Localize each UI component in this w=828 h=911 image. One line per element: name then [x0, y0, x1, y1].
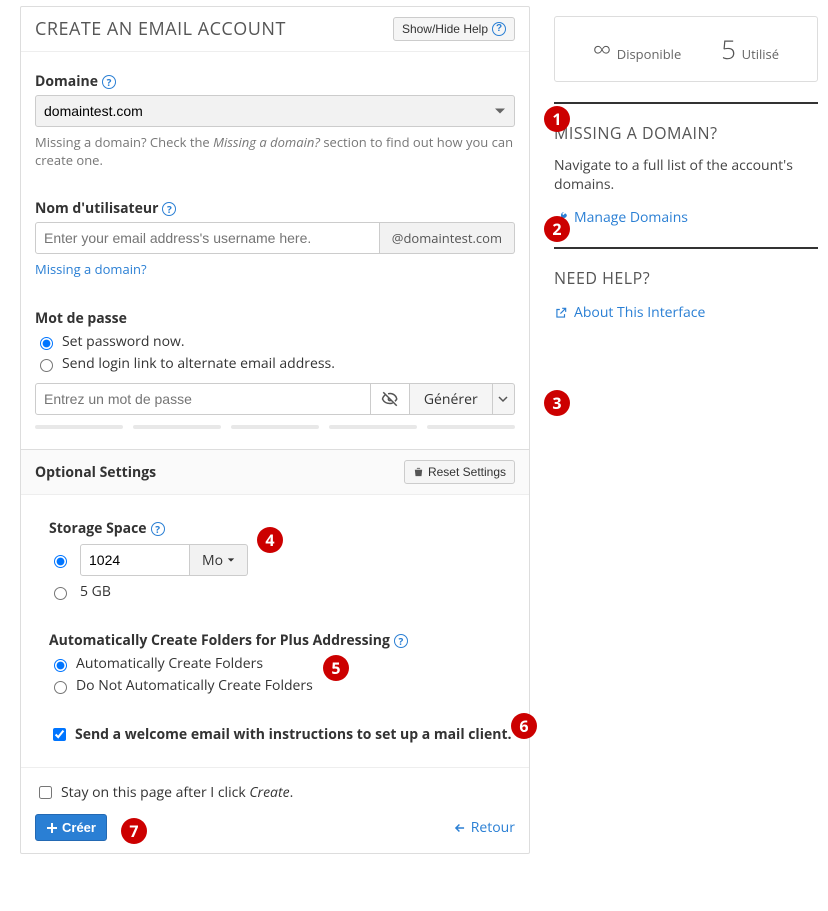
folders-auto-label: Automatically Create Folders	[76, 654, 263, 673]
folders-noauto-label: Do Not Automatically Create Folders	[76, 676, 313, 695]
external-link-icon	[554, 306, 568, 320]
trash-icon	[413, 466, 424, 478]
password-strength-meter	[35, 425, 515, 429]
generate-password-button[interactable]: Générer	[410, 383, 493, 415]
password-label: Mot de passe	[35, 309, 127, 328]
help-icon[interactable]: ?	[162, 202, 176, 216]
help-icon[interactable]: ?	[102, 75, 116, 89]
stay-on-page-checkbox[interactable]	[39, 786, 52, 799]
username-input[interactable]	[35, 222, 380, 254]
toggle-help-button[interactable]: Show/Hide Help ?	[393, 17, 515, 41]
optional-settings-title: Optional Settings	[35, 463, 156, 482]
about-interface-link[interactable]: About This Interface	[554, 303, 818, 322]
welcome-email-label: Send a welcome email with instructions t…	[75, 725, 512, 744]
password-input[interactable]	[35, 383, 371, 415]
missing-domain-text: Navigate to a full list of the account's…	[554, 156, 818, 194]
help-icon[interactable]: ?	[151, 522, 165, 536]
password-link-label: Send login link to alternate email addre…	[62, 354, 335, 373]
password-link-radio[interactable]	[40, 359, 53, 372]
generate-password-options[interactable]	[493, 383, 515, 415]
page-title: Create an Email Account	[35, 17, 286, 41]
arrow-left-icon	[453, 821, 467, 835]
caret-down-icon	[227, 556, 235, 564]
available-label: Disponible	[617, 45, 681, 63]
reset-settings-button[interactable]: Reset Settings	[404, 460, 515, 484]
used-value: 5	[721, 31, 736, 67]
create-button[interactable]: Créer	[35, 814, 107, 841]
storage-label: Storage Space	[49, 519, 147, 538]
manage-domains-link[interactable]: Manage Domains	[554, 208, 818, 227]
folders-noauto-radio[interactable]	[54, 681, 67, 694]
username-addon: @domaintest.com	[380, 222, 515, 254]
storage-custom-radio[interactable]	[54, 555, 67, 568]
stay-on-page-label: Stay on this page after I click Create.	[61, 783, 293, 802]
domain-hint: Missing a domain? Check the Missing a do…	[35, 133, 515, 169]
used-label: Utilisé	[742, 45, 779, 63]
domain-label: Domaine	[35, 72, 98, 91]
annotation-marker: 3	[544, 390, 570, 416]
plus-icon	[46, 822, 58, 834]
folders-auto-radio[interactable]	[54, 659, 67, 672]
username-label: Nom d'utilisateur	[35, 199, 158, 218]
storage-unit-select[interactable]: Mo	[190, 544, 248, 576]
folders-label: Automatically Create Folders for Plus Ad…	[49, 631, 390, 650]
welcome-email-checkbox[interactable]	[53, 728, 66, 741]
wrench-icon	[554, 211, 568, 225]
help-icon[interactable]: ?	[394, 634, 408, 648]
storage-input[interactable]	[80, 544, 190, 576]
need-help-title: Need Help?	[554, 267, 818, 289]
storage-preset-label: 5 GB	[80, 582, 111, 601]
password-now-label: Set password now.	[62, 332, 185, 351]
help-icon: ?	[492, 22, 506, 36]
back-link[interactable]: Retour	[453, 818, 515, 837]
chevron-down-icon	[498, 394, 508, 404]
missing-domain-title: Missing a Domain?	[554, 122, 818, 144]
domain-select[interactable]: domaintest.com	[35, 95, 515, 127]
missing-domain-link[interactable]: Missing a domain?	[35, 260, 147, 278]
storage-preset-radio[interactable]	[54, 587, 67, 600]
password-now-radio[interactable]	[40, 337, 53, 350]
toggle-visibility-button[interactable]	[371, 383, 410, 415]
available-value: ∞	[593, 31, 611, 67]
eye-off-icon	[381, 390, 399, 408]
